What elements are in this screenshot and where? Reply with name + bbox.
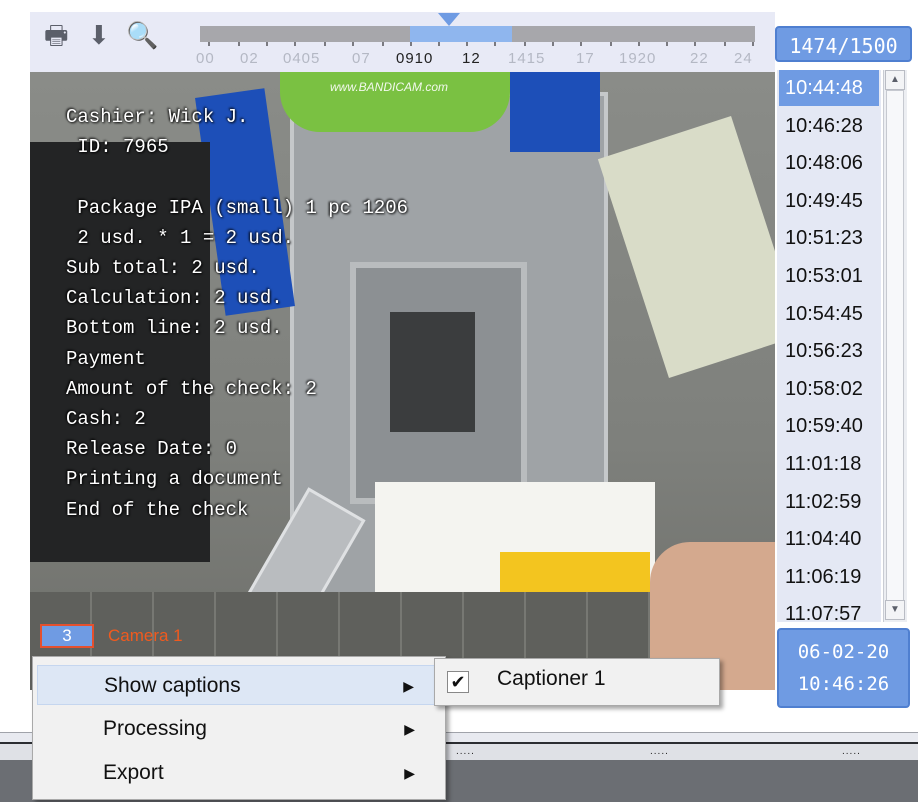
timeline-selection[interactable] [410, 26, 512, 42]
timeline-tick-mark [610, 42, 612, 46]
timeline-tick-mark [466, 42, 468, 46]
timeline-tick-mark [752, 42, 754, 46]
timeline-tick-mark [666, 42, 668, 46]
caption-line: Payment [66, 347, 146, 370]
current-time: 10:46:26 [797, 673, 890, 695]
captions-submenu: ✔ Captioner 1 [434, 658, 720, 706]
search-icon[interactable]: 🔍 [126, 20, 158, 50]
print-icon[interactable]: 🖶 [44, 20, 69, 50]
time-list-item[interactable]: 10:56:23 [779, 333, 879, 369]
submenu-item-captioner-1[interactable]: Captioner 1 [497, 667, 606, 691]
time-list-item[interactable]: 10:44:48 [779, 70, 879, 106]
caption-line: Bottom line: 2 usd. [66, 317, 283, 340]
caption-line: Printing a document [66, 468, 283, 491]
timeline-tick-label: 12 [462, 50, 481, 67]
timeline-tick-mark [552, 42, 554, 46]
menu-item-label: Processing [103, 717, 207, 740]
menu-item-show-captions[interactable]: Show captions ▶ [37, 665, 437, 705]
receipt-yellow-strip [500, 552, 650, 592]
timeline-tick-mark [294, 42, 296, 46]
submenu-arrow-icon: ▶ [403, 678, 414, 694]
frame-counter: 1474/1500 [775, 26, 912, 62]
bandicam-watermark: www.BANDICAM.com [330, 80, 449, 94]
timeline-tick-mark [494, 42, 496, 46]
timeline-tick-mark [382, 42, 384, 46]
timeline-position-marker[interactable] [438, 13, 460, 26]
time-list-item[interactable]: 11:02:59 [779, 484, 879, 520]
timeline-tick-label: 22 [690, 50, 709, 67]
time-list-item[interactable]: 10:54:45 [779, 296, 879, 332]
camera-number-badge[interactable]: 3 [40, 624, 94, 648]
caption-line [66, 162, 408, 192]
timeline-tick-label: 17 [576, 50, 595, 67]
time-list-item[interactable]: 10:46:28 [779, 108, 879, 144]
camera-context-menu: Show captions ▶ Processing ▶ Export ▶ [32, 656, 446, 800]
timeline-tick-mark [724, 42, 726, 46]
scroll-down-arrow-icon[interactable]: ▼ [885, 600, 905, 620]
scrollbar-thumb[interactable] [886, 90, 904, 602]
caption-line: Release Date: 0 [66, 438, 238, 461]
strip-marker: ..... [456, 746, 475, 757]
time-list-item[interactable]: 10:59:40 [779, 408, 879, 444]
submenu-arrow-icon: ▶ [404, 765, 415, 781]
camera-name-label: Camera 1 [108, 626, 183, 645]
caption-line: Cash: 2 [66, 408, 146, 431]
time-list-scrollbar[interactable]: ▲ ▼ [883, 70, 907, 622]
timeline-tick-mark [324, 42, 326, 46]
time-list-item[interactable]: 11:04:40 [779, 521, 879, 557]
time-list-item[interactable]: 10:53:01 [779, 258, 879, 294]
timeline-tick-label: 1920 [619, 50, 657, 67]
timeline-tick-label: 1415 [508, 50, 546, 67]
caption-line: Amount of the check: 2 [66, 377, 317, 400]
timeline-tick-mark [580, 42, 582, 46]
caption-line: Calculation: 2 usd. [66, 287, 283, 310]
timeline-tick-mark [524, 42, 526, 46]
caption-line: Package IPA (small) 1 pc 1206 [66, 196, 409, 219]
submenu-arrow-icon: ▶ [404, 721, 415, 737]
current-datetime-display: 06-02-20 10:46:26 [777, 628, 910, 708]
menu-item-export[interactable]: Export ▶ [37, 753, 437, 793]
timeline-tick-mark [638, 42, 640, 46]
timeline-tick-label: 02 [240, 50, 259, 67]
camera-menu-button[interactable] [768, 678, 775, 690]
cashier-sleeve-right [510, 72, 600, 152]
strip-marker: ..... [842, 746, 861, 757]
strip-marker: ..... [650, 746, 669, 757]
scroll-up-arrow-icon[interactable]: ▲ [885, 70, 905, 90]
timeline-tick-mark [208, 42, 210, 46]
time-list-item[interactable]: 11:07:57 [779, 596, 879, 622]
caption-line: ID: 7965 [66, 136, 169, 159]
timeline-tick-label: 24 [734, 50, 753, 67]
menu-item-processing[interactable]: Processing ▶ [37, 709, 437, 749]
event-time-list[interactable]: 10:44:48 10:46:28 10:48:06 10:49:45 10:51:23… [777, 70, 881, 622]
caption-line: Cashier: Wick J. [66, 106, 249, 128]
timeline-tick-mark [238, 42, 240, 46]
timeline-tick-mark [266, 42, 268, 46]
time-list-item[interactable]: 10:51:23 [779, 220, 879, 256]
time-list-item[interactable]: 10:49:45 [779, 183, 879, 219]
menu-item-label: Show captions [104, 674, 241, 697]
receipt-caption-overlay: Cashier: Wick J. ID: 7965 Package IPA (s… [66, 102, 408, 525]
timeline-tick-label: 00 [196, 50, 215, 67]
timeline-tick-mark [410, 42, 412, 46]
video-frame[interactable]: www.BANDICAM.com Cashier: Wick J. ID: 79… [30, 72, 775, 690]
menu-item-label: Export [103, 761, 164, 784]
timeline-tick-mark [438, 42, 440, 46]
timeline-tick-mark [352, 42, 354, 46]
timeline-tick-mark [694, 42, 696, 46]
captioner-checkbox[interactable]: ✔ [447, 671, 469, 693]
caption-line: 2 usd. * 1 = 2 usd. [66, 226, 295, 249]
caption-line: End of the check [66, 498, 249, 521]
time-list-item[interactable]: 11:01:18 [779, 446, 879, 482]
timeline-tick-label: 0405 [283, 50, 321, 67]
timeline-tick-label: 0910 [396, 50, 434, 67]
time-list-item[interactable]: 11:06:19 [779, 559, 879, 595]
timeline-tick-label: 07 [352, 50, 371, 67]
current-date: 06-02-20 [797, 641, 890, 663]
download-icon[interactable]: ⬇ [88, 20, 110, 50]
time-list-item[interactable]: 10:48:06 [779, 145, 879, 181]
caption-line: Sub total: 2 usd. [66, 257, 260, 280]
time-list-item[interactable]: 10:58:02 [779, 371, 879, 407]
